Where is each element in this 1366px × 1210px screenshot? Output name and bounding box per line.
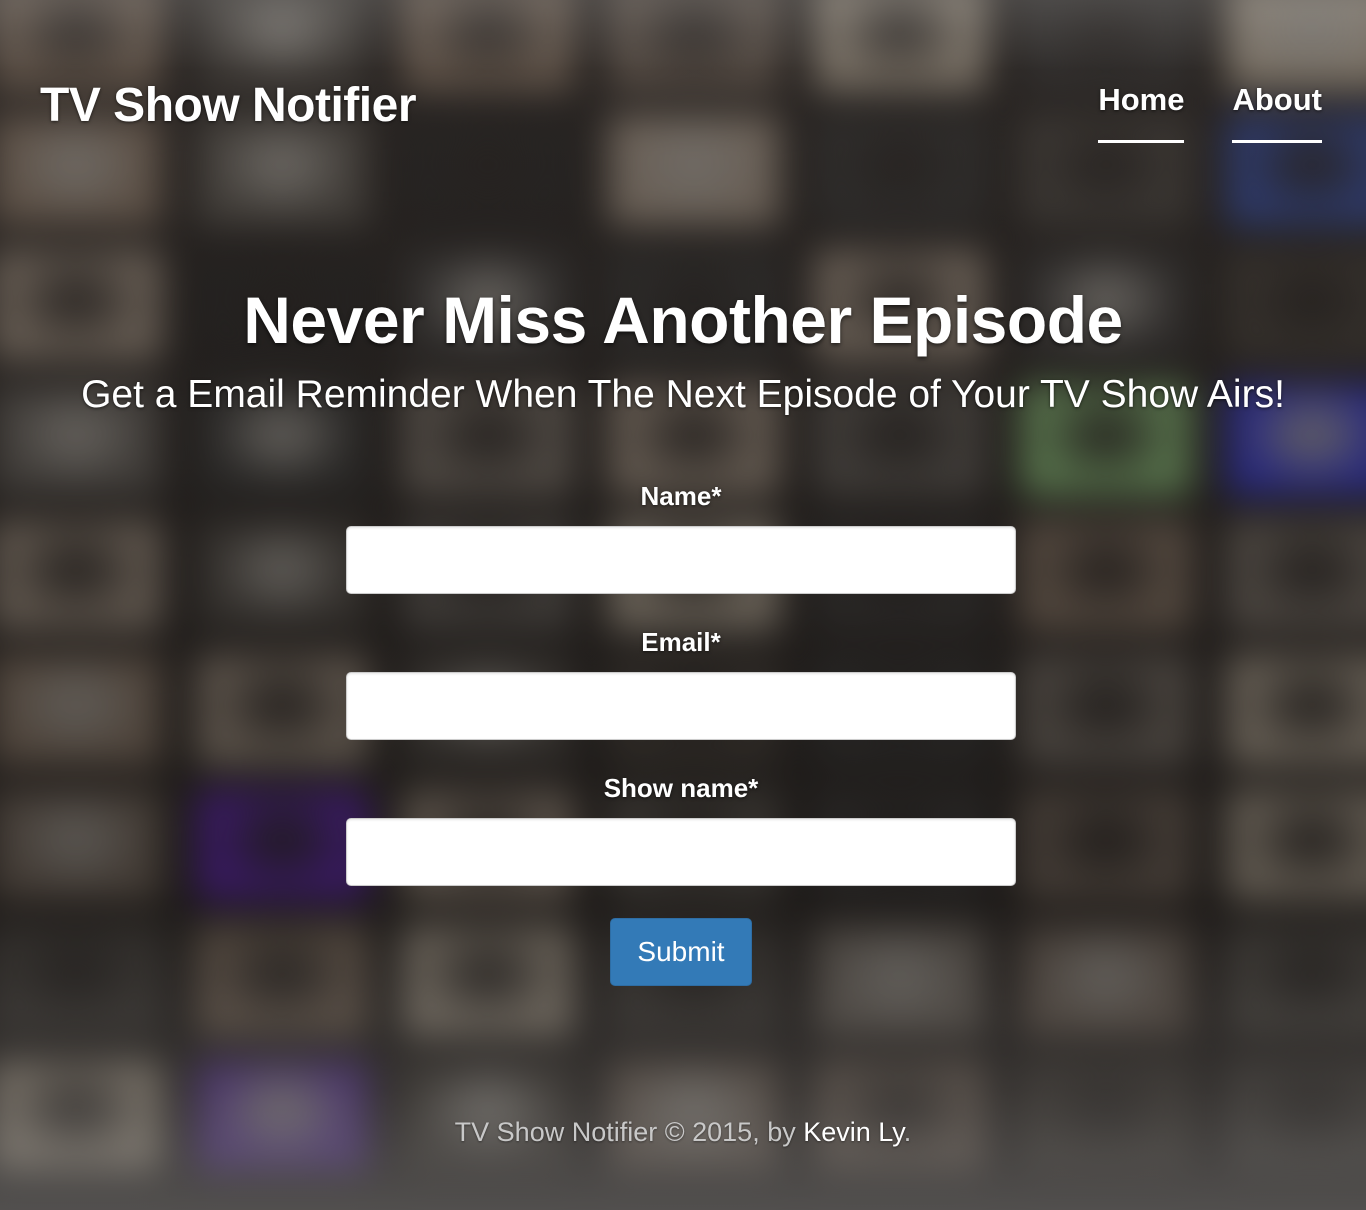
author-link[interactable]: Kevin Ly <box>803 1117 904 1147</box>
hero-subheading: Get a Email Reminder When The Next Episo… <box>81 373 1285 416</box>
show-name-label: Show name* <box>603 773 759 803</box>
footer: TV Show Notifier © 2015, by Kevin Ly. <box>0 1112 1366 1152</box>
masthead: TV Show Notifier Home About <box>40 70 1322 150</box>
show-name-field-group: Show name* <box>346 770 1016 886</box>
email-field-group: Email* <box>346 624 1016 740</box>
email-label: Email* <box>641 627 721 657</box>
show-name-input[interactable] <box>346 818 1016 886</box>
site-title: TV Show Notifier <box>40 79 417 132</box>
hero-heading: Never Miss Another Episode <box>243 283 1123 357</box>
email-input[interactable] <box>346 672 1016 740</box>
name-field-group: Name* <box>346 478 1016 594</box>
hero: Never Miss Another Episode Get a Email R… <box>0 280 1366 420</box>
submit-button[interactable]: Submit <box>610 918 752 986</box>
signup-form: Name* Email* Show name* Submit <box>346 478 1016 986</box>
nav-about-link[interactable]: About <box>1232 80 1322 143</box>
footer-period: . <box>903 1117 912 1147</box>
nav-home-link[interactable]: Home <box>1098 80 1185 143</box>
name-input[interactable] <box>346 526 1016 594</box>
name-label: Name* <box>640 481 722 511</box>
footer-copyright: TV Show Notifier © 2015, by <box>454 1117 804 1147</box>
main-nav: Home About <box>1098 80 1322 143</box>
